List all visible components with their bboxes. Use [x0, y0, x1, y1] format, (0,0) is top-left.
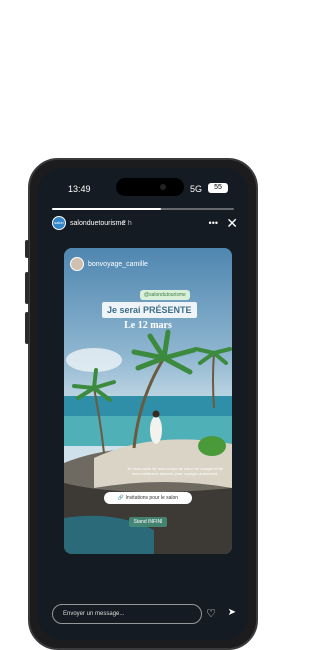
battery-icon: 55 — [208, 183, 228, 193]
story-progress-bar — [52, 208, 234, 210]
message-input[interactable]: Envoyer un message... — [52, 604, 202, 624]
status-network: 5G — [189, 184, 202, 194]
story-avatar[interactable]: salon — [52, 216, 66, 230]
post-author: bonvoyage_camille — [70, 255, 226, 273]
stand-tag: Stand INFINI — [64, 510, 232, 528]
story-progress-fill — [52, 208, 162, 210]
story-footer: Envoyer un message... ♡ ➤ — [52, 604, 238, 626]
dynamic-island — [116, 178, 184, 196]
post-author-avatar — [70, 257, 84, 271]
story-time-ago: 2 h — [122, 220, 132, 227]
story-account-name[interactable]: salonduetourisme — [70, 220, 125, 227]
more-icon[interactable]: ••• — [209, 218, 218, 228]
phone-frame: 13:49 5G 55 salon salonduetourisme 2 h •… — [25, 158, 258, 650]
date-text: Le 12 mars — [124, 320, 172, 331]
phone-action-button — [25, 240, 29, 258]
post-caption: Je vous parle de mes coups de cœur de vo… — [127, 466, 223, 476]
phone-volume-down-button — [25, 312, 29, 344]
stand-label: Stand INFINI — [128, 517, 168, 527]
reshared-post-card[interactable]: bonvoyage_camille @salondutourisme Je se… — [64, 248, 232, 554]
story-header: salon salonduetourisme 2 h ••• ✕ — [52, 215, 238, 232]
post-author-name: bonvoyage_camille — [88, 261, 148, 268]
heart-icon[interactable]: ♡ — [206, 607, 216, 620]
phone-volume-up-button — [25, 272, 29, 304]
link-icon: 🔗 — [117, 495, 125, 501]
headline-sticker: Je serai PRÉSENTE — [102, 302, 197, 318]
mention-sticker[interactable]: @salondutourisme — [140, 290, 190, 300]
camera-icon — [160, 184, 166, 190]
close-icon[interactable]: ✕ — [226, 215, 238, 232]
invitation-link-sticker[interactable]: 🔗 Invitations pour le salon — [104, 492, 192, 504]
invitation-link-label: Invitations pour le salon — [125, 495, 179, 501]
phone-screen: 13:49 5G 55 salon salonduetourisme 2 h •… — [38, 168, 248, 640]
status-time: 13:49 — [68, 184, 91, 194]
send-icon[interactable]: ➤ — [228, 607, 236, 618]
